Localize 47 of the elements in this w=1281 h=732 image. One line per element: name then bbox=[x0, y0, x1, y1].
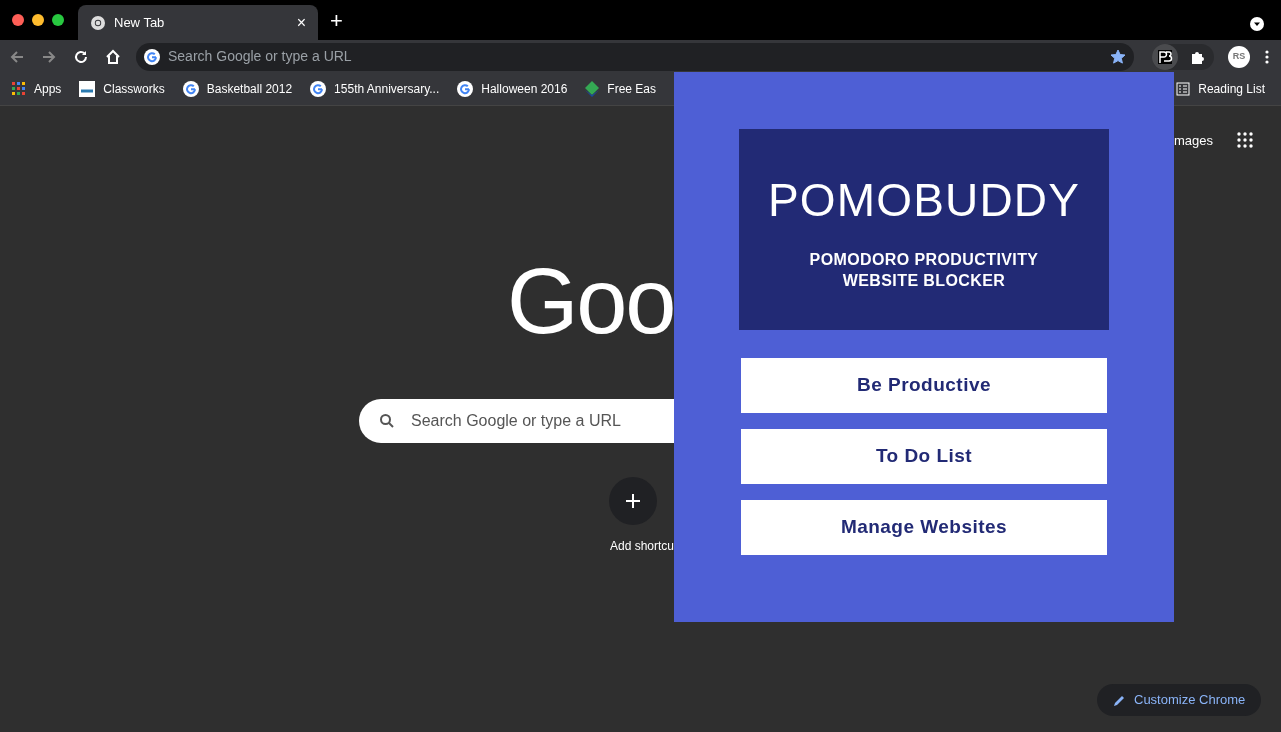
google-icon bbox=[310, 81, 327, 97]
bookmark[interactable]: Free Eas bbox=[585, 80, 657, 98]
popup-menu-button[interactable]: Be Productive bbox=[741, 358, 1107, 413]
google-logo: Goo bbox=[507, 255, 674, 347]
bookmark[interactable]: Basketball 2012 bbox=[182, 80, 293, 98]
google-icon bbox=[144, 48, 160, 65]
apps-grid-icon[interactable] bbox=[1237, 132, 1253, 148]
pencil-icon bbox=[1113, 693, 1126, 707]
bookmark-star-icon[interactable] bbox=[1110, 48, 1126, 65]
browser-tab[interactable]: New Tab × bbox=[78, 5, 318, 40]
diamond-icon bbox=[585, 81, 600, 97]
popup-subtitle: POMODORO PRODUCTIVITY WEBSITE BLOCKER bbox=[808, 249, 1040, 291]
popup-menu-button[interactable]: Manage Websites bbox=[741, 500, 1107, 555]
minimize-window-button[interactable] bbox=[32, 14, 44, 26]
google-icon bbox=[182, 81, 199, 97]
site-logo-icon bbox=[79, 81, 96, 97]
search-field[interactable]: Search Google or type a URL bbox=[359, 399, 674, 443]
apps-grid-icon bbox=[12, 82, 26, 96]
chrome-icon bbox=[90, 14, 106, 31]
tab-title: New Tab bbox=[114, 13, 166, 32]
home-icon[interactable] bbox=[104, 47, 122, 66]
search-placeholder: Search Google or type a URL bbox=[411, 411, 621, 431]
customize-chrome-button[interactable]: Customize Chrome bbox=[1097, 684, 1262, 716]
extension-logo-icon[interactable] bbox=[1152, 43, 1178, 70]
menu-icon[interactable] bbox=[1264, 48, 1270, 65]
bookmark[interactable]: Apps bbox=[12, 80, 62, 98]
add-shortcut-label: Add shortcu bbox=[609, 538, 674, 555]
new-tab-button[interactable]: + bbox=[330, 10, 343, 32]
bookmark[interactable]: Classworks bbox=[79, 80, 165, 98]
address-bar[interactable]: Search Google or type a URL bbox=[136, 42, 1134, 71]
reading-list-link[interactable]: Reading List bbox=[1198, 80, 1265, 98]
bookmark[interactable]: 155th Anniversary... bbox=[310, 80, 440, 98]
profile-avatar[interactable]: RS bbox=[1228, 45, 1250, 68]
address-placeholder: Search Google or type a URL bbox=[168, 47, 353, 66]
add-shortcut-button[interactable] bbox=[608, 477, 657, 525]
close-window-button[interactable] bbox=[12, 14, 24, 26]
close-tab-button[interactable]: × bbox=[296, 14, 306, 31]
maximize-window-button[interactable] bbox=[52, 14, 64, 26]
reading-list-icon[interactable] bbox=[1176, 82, 1191, 96]
popup-title: POMOBUDDY bbox=[768, 176, 1080, 223]
google-icon bbox=[457, 81, 474, 97]
bookmark[interactable]: Halloween 2016 bbox=[457, 80, 568, 98]
plus-icon bbox=[624, 493, 641, 509]
dropdown-icon[interactable] bbox=[1249, 16, 1265, 32]
popup-menu-button[interactable]: To Do List bbox=[741, 429, 1107, 484]
search-icon bbox=[379, 413, 395, 429]
images-link[interactable]: mages bbox=[1174, 131, 1214, 151]
